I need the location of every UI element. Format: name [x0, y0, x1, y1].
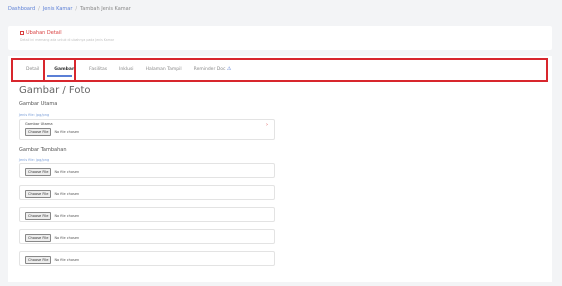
checkbox-icon: [20, 31, 24, 35]
extra-image-file-row: Choose File No file chosen: [25, 234, 79, 242]
extra-image-field: Choose File No file chosen: [19, 251, 275, 266]
extra-image-field: Choose File No file chosen: [19, 207, 275, 222]
tab-reminder-doc[interactable]: Reminder Doc ⚠: [188, 66, 238, 72]
active-tab-underline: [47, 75, 72, 77]
extra-image-file-status: No file chosen: [54, 214, 80, 218]
extra-image-file-row: Choose File No file chosen: [25, 212, 79, 220]
extra-images-hint: Jenis file: jpg/png: [19, 158, 50, 162]
extra-image-choose-file-button[interactable]: Choose File: [25, 234, 52, 242]
extra-images-title: Gambar Tambahan: [19, 147, 67, 153]
extra-image-file-status: No file chosen: [54, 170, 80, 174]
tab-detail[interactable]: Detail: [20, 67, 45, 72]
tab-halaman-tampil[interactable]: Halaman Tampil: [140, 67, 188, 72]
tab-inklusi[interactable]: Inklusi: [113, 67, 139, 72]
extra-image-file-status: No file chosen: [54, 192, 80, 196]
extra-image-field: Choose File No file chosen: [19, 163, 275, 178]
tab-bar: Detail Gambar Fasilitas Inklusi Halaman …: [20, 66, 237, 72]
tab-gambar[interactable]: Gambar: [45, 67, 83, 72]
extra-image-file-status: No file chosen: [54, 236, 80, 240]
extra-image-file-row: Choose File No file chosen: [25, 190, 79, 198]
extra-image-file-row: Choose File No file chosen: [25, 168, 79, 176]
extra-image-choose-file-button[interactable]: Choose File: [25, 168, 52, 176]
extra-image-file-status: No file chosen: [54, 258, 80, 262]
breadcrumb-jenis-kamar[interactable]: Jenis Kamar: [43, 6, 73, 12]
breadcrumb: Dashboard / Jenis Kamar / Tambah Jenis K…: [8, 6, 131, 12]
chevron-icon: ›: [266, 122, 268, 128]
tab-reminder-doc-label: Reminder Doc: [193, 67, 226, 72]
extra-image-choose-file-button[interactable]: Choose File: [25, 190, 52, 198]
warning-icon: ⚠: [226, 66, 232, 72]
section-title: Gambar / Foto: [19, 85, 91, 96]
alert-title-text: Ubahan Detail: [26, 30, 62, 36]
breadcrumb-separator: /: [38, 6, 40, 12]
main-image-field-label: Gambar Utama: [25, 122, 53, 126]
tab-fasilitas[interactable]: Fasilitas: [83, 67, 113, 72]
main-image-file-row: Choose File No file chosen: [25, 128, 79, 136]
breadcrumb-dashboard[interactable]: Dashboard: [8, 6, 35, 12]
alert-card: Ubahan Detail Detail ini memang ada untu…: [8, 26, 552, 50]
main-image-choose-file-button[interactable]: Choose File: [25, 128, 52, 136]
breadcrumb-separator: /: [75, 6, 78, 12]
extra-image-choose-file-button[interactable]: Choose File: [25, 256, 52, 264]
extra-image-field: Choose File No file chosen: [19, 185, 275, 200]
main-image-title: Gambar Utama: [19, 101, 58, 107]
alert-description: Detail ini memang ada untuk di ubahnya p…: [20, 38, 115, 42]
extra-image-choose-file-button[interactable]: Choose File: [25, 212, 52, 220]
extra-image-field: Choose File No file chosen: [19, 229, 275, 244]
alert-title: Ubahan Detail: [20, 30, 62, 36]
breadcrumb-current: Tambah Jenis Kamar: [80, 6, 131, 12]
main-image-field: Gambar Utama › Choose File No file chose…: [19, 119, 275, 140]
extra-image-file-row: Choose File No file chosen: [25, 256, 79, 264]
main-image-file-status: No file chosen: [54, 130, 80, 134]
main-image-hint: Jenis file: jpg/png: [19, 113, 50, 117]
